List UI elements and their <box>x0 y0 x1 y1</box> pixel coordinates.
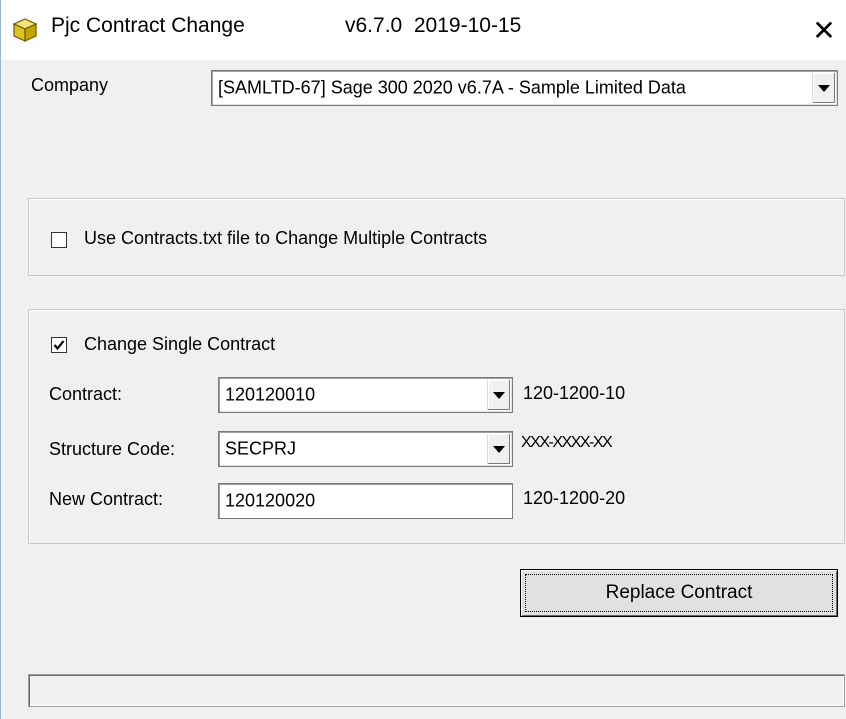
use-contracts-file-checkbox[interactable] <box>51 232 67 248</box>
use-contracts-file-label[interactable]: Use Contracts.txt file to Change Multipl… <box>84 228 487 249</box>
structure-mask: XXX-XXXX-XX <box>521 434 613 451</box>
contract-formatted: 120-1200-10 <box>523 383 626 403</box>
multiple-contracts-group: Use Contracts.txt file to Change Multipl… <box>28 198 845 276</box>
cube-icon <box>12 18 38 42</box>
structure-code-select-value: SECPRJ <box>225 438 297 459</box>
window-version: v6.7.0 2019-10-15 <box>345 14 522 37</box>
contract-change-window: Pjc Contract Change v6.7.0 2019-10-15 ✕ … <box>0 0 846 719</box>
company-label: Company <box>31 75 109 95</box>
new-contract-formatted: 120-1200-20 <box>523 488 626 508</box>
change-single-contract-label[interactable]: Change Single Contract <box>84 334 275 355</box>
check-mark-icon <box>53 340 65 351</box>
contract-select-value: 120120010 <box>225 384 316 405</box>
title-bar[interactable]: Pjc Contract Change v6.7.0 2019-10-15 ✕ <box>1 0 846 60</box>
structure-code-select[interactable]: SECPRJ <box>218 431 513 467</box>
single-contract-group: Change Single Contract Contract: 1201200… <box>28 309 845 544</box>
contract-label: Contract: <box>49 384 123 404</box>
change-single-contract-checkbox[interactable] <box>51 337 67 353</box>
new-contract-input[interactable]: 120120020 <box>218 483 513 519</box>
new-contract-input-value: 120120020 <box>225 490 316 511</box>
company-select-value: [SAMLTD-67] Sage 300 2020 v6.7A - Sample… <box>218 77 686 98</box>
contract-select[interactable]: 120120010 <box>218 377 513 413</box>
replace-contract-button[interactable]: Replace Contract <box>520 569 838 617</box>
new-contract-label: New Contract: <box>49 489 164 509</box>
structure-code-label: Structure Code: <box>49 439 176 459</box>
window-title: Pjc Contract Change <box>51 14 245 37</box>
chevron-down-icon[interactable] <box>812 73 835 103</box>
close-icon[interactable]: ✕ <box>801 10 846 50</box>
company-select[interactable]: [SAMLTD-67] Sage 300 2020 v6.7A - Sample… <box>211 70 838 106</box>
chevron-down-icon[interactable] <box>487 434 510 464</box>
chevron-down-icon[interactable] <box>487 380 510 410</box>
replace-contract-label: Replace Contract <box>605 582 753 603</box>
status-bar <box>28 674 845 707</box>
